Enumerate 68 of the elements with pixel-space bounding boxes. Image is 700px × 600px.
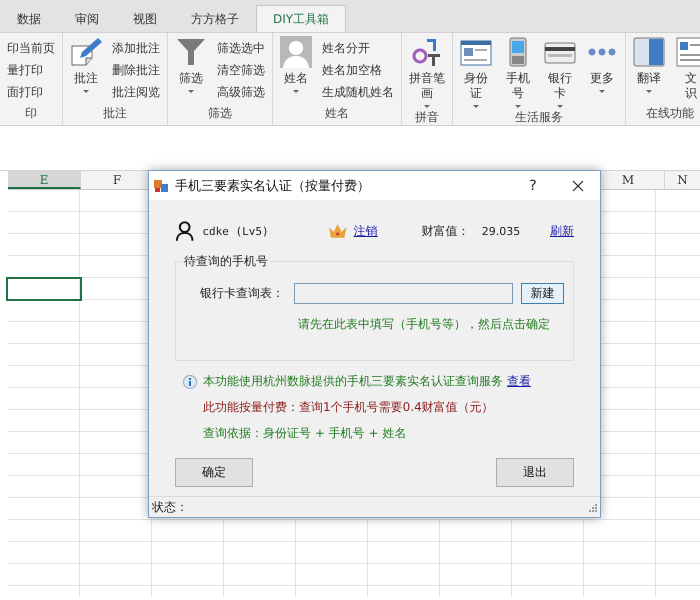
logout-link[interactable]: 注销 bbox=[354, 222, 378, 240]
ribbon-button[interactable]: 文 识 bbox=[673, 35, 700, 105]
more-dots-icon bbox=[586, 46, 618, 58]
crown-icon bbox=[328, 223, 348, 239]
ribbon-item[interactable]: 印当前页 bbox=[5, 38, 57, 58]
column-header[interactable]: N bbox=[665, 171, 700, 189]
pencil-note-icon bbox=[70, 36, 102, 68]
app-icon bbox=[153, 178, 169, 194]
ribbon-item[interactable]: 姓名加空格 bbox=[320, 60, 396, 80]
close-icon bbox=[572, 180, 584, 192]
group-label: 姓名 bbox=[324, 105, 350, 122]
ribbon-button[interactable]: 手机 号 bbox=[500, 35, 536, 109]
group-label: 在线功能 bbox=[645, 105, 695, 122]
ribbon-button[interactable]: 身份 证 bbox=[458, 35, 494, 109]
status-label: 状态： bbox=[152, 498, 188, 516]
note-text: 此功能按量付费：查询1个手机号需要0.4财富值（元） bbox=[203, 399, 494, 416]
ribbon-button[interactable]: 银行 卡 bbox=[542, 35, 578, 109]
ribbon-item[interactable]: 筛选选中 bbox=[215, 38, 267, 58]
user-name: cdke (Lv5) bbox=[202, 224, 270, 238]
ribbon-item[interactable]: 删除批注 bbox=[110, 60, 162, 80]
column-header[interactable]: E bbox=[8, 171, 81, 189]
dialog-title: 手机三要素实名认证（按量付费） bbox=[175, 178, 371, 194]
ribbon-button[interactable]: 批注 bbox=[68, 35, 104, 105]
resize-grip-icon bbox=[588, 502, 597, 512]
dialog-button[interactable]: 确定 bbox=[175, 458, 253, 487]
input-field[interactable] bbox=[294, 283, 513, 304]
ribbon-item[interactable]: 面打印 bbox=[5, 82, 57, 102]
note-text: 查询依据：身份证号 + 手机号 + 姓名 bbox=[203, 425, 406, 442]
funnel-icon bbox=[175, 36, 207, 68]
group-legend: 待查询的手机号 bbox=[182, 253, 270, 270]
help-button[interactable]: ? bbox=[510, 178, 556, 194]
ribbon-tab[interactable]: 视图 bbox=[116, 5, 174, 32]
ribbon-button[interactable]: 翻译 bbox=[631, 35, 667, 105]
avatar-icon bbox=[280, 36, 312, 68]
group-label: 批注 bbox=[102, 105, 128, 122]
ribbon-tab[interactable]: 审阅 bbox=[58, 5, 116, 32]
group-label: 拼音 bbox=[414, 109, 440, 125]
ribbon-item[interactable]: 量打印 bbox=[5, 60, 57, 80]
ribbon-button[interactable]: 姓名 bbox=[278, 35, 314, 105]
ribbon-tab[interactable]: 数据 bbox=[0, 5, 58, 32]
wealth-value: 29.035 bbox=[482, 224, 522, 238]
dialog-button[interactable]: 退出 bbox=[496, 458, 574, 487]
group-label: 印 bbox=[24, 105, 38, 122]
wealth-label: 财富值： bbox=[422, 222, 470, 240]
ribbon-tab[interactable]: DIY工具箱 bbox=[256, 5, 346, 32]
translate-icon bbox=[633, 36, 665, 68]
ribbon-item[interactable]: 高级筛选 bbox=[215, 82, 267, 102]
field-label: 银行卡查询表： bbox=[200, 285, 285, 302]
ribbon-item[interactable]: 添加批注 bbox=[110, 38, 162, 58]
ribbon-item[interactable]: 生成随机姓名 bbox=[320, 82, 396, 102]
ribbon-button[interactable]: 拼音笔 画 bbox=[407, 35, 447, 109]
group-label: 筛选 bbox=[207, 105, 233, 122]
view-link[interactable]: 查看 bbox=[507, 373, 531, 390]
user-icon bbox=[175, 220, 194, 242]
info-icon bbox=[183, 374, 197, 388]
pinyin-icon bbox=[411, 36, 443, 68]
refresh-link[interactable]: 刷新 bbox=[550, 222, 574, 240]
ribbon-button[interactable]: 更多 bbox=[584, 35, 620, 109]
ribbon-item[interactable]: 清空筛选 bbox=[215, 60, 267, 80]
group-label: 生活服务 bbox=[514, 109, 564, 125]
note-text: 本功能使用杭州数脉提供的手机三要素实名认证查询服务 bbox=[203, 373, 503, 390]
active-cell[interactable] bbox=[6, 277, 82, 301]
ribbon-item[interactable]: 批注阅览 bbox=[110, 82, 162, 102]
hint-text: 请先在此表中填写（手机号等），然后点击确定 bbox=[298, 316, 551, 333]
ribbon-tab[interactable]: 方方格子 bbox=[174, 5, 256, 32]
ribbon-button[interactable]: 筛选 bbox=[173, 35, 209, 105]
ribbon-item[interactable]: 姓名分开 bbox=[320, 38, 396, 58]
new-button[interactable]: 新建 bbox=[521, 283, 564, 304]
